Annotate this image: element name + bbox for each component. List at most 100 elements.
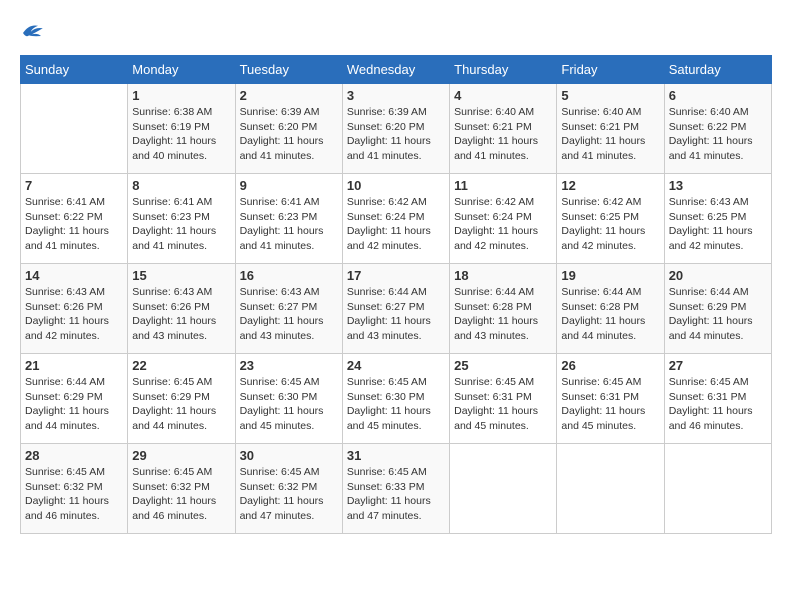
calendar-cell: 24 Sunrise: 6:45 AMSunset: 6:30 PMDayligh… [342,354,449,444]
calendar-cell: 25Sunrise: 6:45 AMSunset: 6:31 PMDayligh… [450,354,557,444]
calendar-week-4: 21 Sunrise: 6:44 AMSunset: 6:29 PMDayligh… [21,354,772,444]
calendar-cell: 9 Sunrise: 6:41 AMSunset: 6:23 PMDaylight… [235,174,342,264]
day-number: 28 [25,448,123,463]
day-info: Sunrise: 6:43 AMSunset: 6:26 PMDaylight:… [25,285,123,344]
calendar-cell: 2 Sunrise: 6:39 AMSunset: 6:20 PMDaylight… [235,84,342,174]
calendar-body: 1Sunrise: 6:38 AMSunset: 6:19 PMDaylight… [21,84,772,534]
day-number: 23 [240,358,338,373]
day-info: Sunrise: 6:43 AMSunset: 6:25 PMDaylight:… [669,195,767,254]
day-info: Sunrise: 6:41 AMSunset: 6:22 PMDaylight:… [25,195,123,254]
day-number: 2 [240,88,338,103]
day-number: 16 [240,268,338,283]
calendar-cell: 21 Sunrise: 6:44 AMSunset: 6:29 PMDayligh… [21,354,128,444]
calendar-cell: 15 Sunrise: 6:43 AMSunset: 6:26 PMDayligh… [128,264,235,354]
logo-bird-icon [20,20,44,40]
calendar-cell: 12Sunrise: 6:42 AMSunset: 6:25 PMDayligh… [557,174,664,264]
day-info: Sunrise: 6:40 AMSunset: 6:22 PMDaylight:… [669,105,767,164]
day-info: Sunrise: 6:45 AMSunset: 6:30 PMDaylight:… [347,375,445,434]
day-number: 30 [240,448,338,463]
day-info: Sunrise: 6:42 AMSunset: 6:24 PMDaylight:… [347,195,445,254]
weekday-header-friday: Friday [557,56,664,84]
day-number: 31 [347,448,445,463]
calendar-week-5: 28 Sunrise: 6:45 AMSunset: 6:32 PMDayligh… [21,444,772,534]
day-info: Sunrise: 6:39 AMSunset: 6:20 PMDaylight:… [347,105,445,164]
day-number: 19 [561,268,659,283]
day-info: Sunrise: 6:41 AMSunset: 6:23 PMDaylight:… [240,195,338,254]
calendar-cell: 17 Sunrise: 6:44 AMSunset: 6:27 PMDayligh… [342,264,449,354]
day-number: 4 [454,88,552,103]
day-info: Sunrise: 6:43 AMSunset: 6:26 PMDaylight:… [132,285,230,344]
day-info: Sunrise: 6:45 AMSunset: 6:32 PMDaylight:… [25,465,123,524]
calendar-cell: 5 Sunrise: 6:40 AMSunset: 6:21 PMDaylight… [557,84,664,174]
day-number: 15 [132,268,230,283]
calendar-cell: 7 Sunrise: 6:41 AMSunset: 6:22 PMDaylight… [21,174,128,264]
weekday-header-thursday: Thursday [450,56,557,84]
calendar-cell: 8 Sunrise: 6:41 AMSunset: 6:23 PMDaylight… [128,174,235,264]
weekday-header-sunday: Sunday [21,56,128,84]
calendar-cell: 27 Sunrise: 6:45 AMSunset: 6:31 PMDayligh… [664,354,771,444]
day-info: Sunrise: 6:43 AMSunset: 6:27 PMDaylight:… [240,285,338,344]
day-number: 18 [454,268,552,283]
calendar-cell [21,84,128,174]
calendar-week-1: 1Sunrise: 6:38 AMSunset: 6:19 PMDaylight… [21,84,772,174]
page-header [20,20,772,45]
calendar-table: SundayMondayTuesdayWednesdayThursdayFrid… [20,55,772,534]
day-info: Sunrise: 6:39 AMSunset: 6:20 PMDaylight:… [240,105,338,164]
day-info: Sunrise: 6:44 AMSunset: 6:28 PMDaylight:… [561,285,659,344]
day-number: 3 [347,88,445,103]
day-info: Sunrise: 6:44 AMSunset: 6:28 PMDaylight:… [454,285,552,344]
calendar-cell: 11 Sunrise: 6:42 AMSunset: 6:24 PMDayligh… [450,174,557,264]
day-number: 12 [561,178,659,193]
calendar-week-3: 14Sunrise: 6:43 AMSunset: 6:26 PMDayligh… [21,264,772,354]
day-info: Sunrise: 6:45 AMSunset: 6:31 PMDaylight:… [561,375,659,434]
calendar-cell [450,444,557,534]
day-number: 7 [25,178,123,193]
day-number: 27 [669,358,767,373]
weekday-header-monday: Monday [128,56,235,84]
calendar-cell [557,444,664,534]
day-number: 24 [347,358,445,373]
day-number: 11 [454,178,552,193]
day-number: 22 [132,358,230,373]
day-info: Sunrise: 6:45 AMSunset: 6:31 PMDaylight:… [669,375,767,434]
day-number: 26 [561,358,659,373]
day-number: 9 [240,178,338,193]
calendar-cell: 30 Sunrise: 6:45 AMSunset: 6:32 PMDayligh… [235,444,342,534]
calendar-cell [664,444,771,534]
day-info: Sunrise: 6:44 AMSunset: 6:27 PMDaylight:… [347,285,445,344]
weekday-header-wednesday: Wednesday [342,56,449,84]
day-number: 5 [561,88,659,103]
day-number: 21 [25,358,123,373]
day-info: Sunrise: 6:38 AMSunset: 6:19 PMDaylight:… [132,105,230,164]
day-info: Sunrise: 6:45 AMSunset: 6:33 PMDaylight:… [347,465,445,524]
day-info: Sunrise: 6:40 AMSunset: 6:21 PMDaylight:… [561,105,659,164]
day-number: 6 [669,88,767,103]
day-info: Sunrise: 6:40 AMSunset: 6:21 PMDaylight:… [454,105,552,164]
calendar-cell: 26 Sunrise: 6:45 AMSunset: 6:31 PMDayligh… [557,354,664,444]
day-number: 13 [669,178,767,193]
calendar-cell: 6 Sunrise: 6:40 AMSunset: 6:22 PMDaylight… [664,84,771,174]
day-number: 8 [132,178,230,193]
calendar-cell: 20 Sunrise: 6:44 AMSunset: 6:29 PMDayligh… [664,264,771,354]
weekday-header-saturday: Saturday [664,56,771,84]
day-info: Sunrise: 6:44 AMSunset: 6:29 PMDaylight:… [25,375,123,434]
day-info: Sunrise: 6:42 AMSunset: 6:24 PMDaylight:… [454,195,552,254]
day-info: Sunrise: 6:45 AMSunset: 6:31 PMDaylight:… [454,375,552,434]
calendar-cell: 22Sunrise: 6:45 AMSunset: 6:29 PMDayligh… [128,354,235,444]
calendar-cell: 31 Sunrise: 6:45 AMSunset: 6:33 PMDayligh… [342,444,449,534]
day-info: Sunrise: 6:44 AMSunset: 6:29 PMDaylight:… [669,285,767,344]
weekday-header-tuesday: Tuesday [235,56,342,84]
logo [20,20,48,45]
calendar-cell: 18 Sunrise: 6:44 AMSunset: 6:28 PMDayligh… [450,264,557,354]
day-info: Sunrise: 6:45 AMSunset: 6:32 PMDaylight:… [240,465,338,524]
calendar-cell: 16 Sunrise: 6:43 AMSunset: 6:27 PMDayligh… [235,264,342,354]
calendar-cell: 13 Sunrise: 6:43 AMSunset: 6:25 PMDayligh… [664,174,771,264]
day-info: Sunrise: 6:41 AMSunset: 6:23 PMDaylight:… [132,195,230,254]
day-info: Sunrise: 6:45 AMSunset: 6:30 PMDaylight:… [240,375,338,434]
day-number: 17 [347,268,445,283]
calendar-cell: 14Sunrise: 6:43 AMSunset: 6:26 PMDayligh… [21,264,128,354]
calendar-cell: 3 Sunrise: 6:39 AMSunset: 6:20 PMDaylight… [342,84,449,174]
day-number: 20 [669,268,767,283]
calendar-cell: 28 Sunrise: 6:45 AMSunset: 6:32 PMDayligh… [21,444,128,534]
calendar-cell: 23 Sunrise: 6:45 AMSunset: 6:30 PMDayligh… [235,354,342,444]
